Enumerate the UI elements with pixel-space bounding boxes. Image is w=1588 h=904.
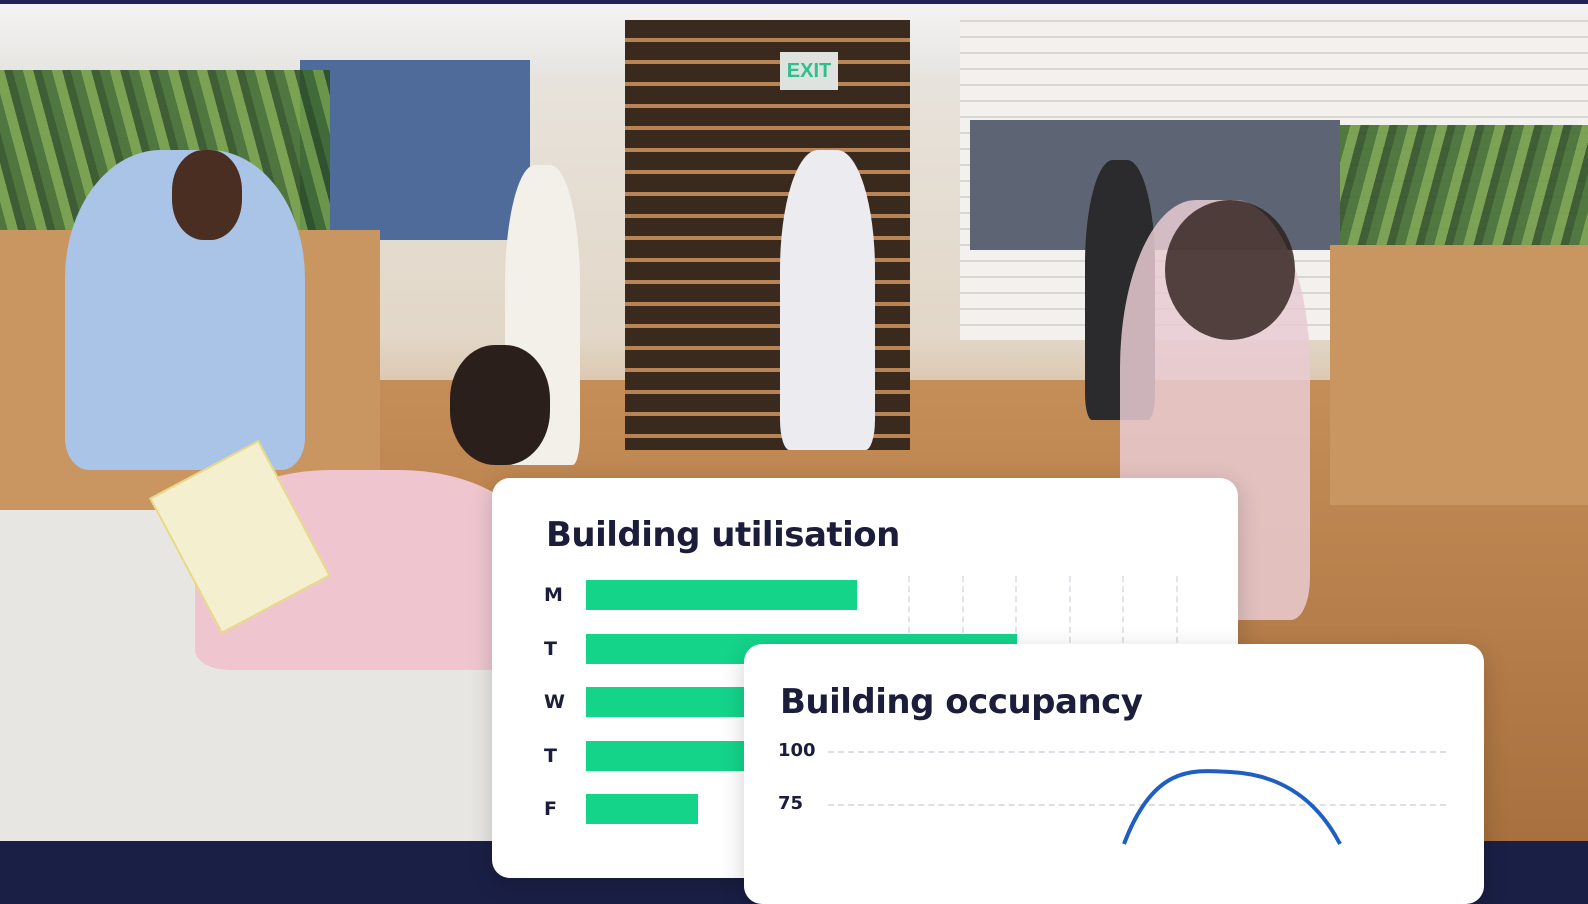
plants-right <box>1340 125 1588 250</box>
exit-sign: EXIT <box>780 52 838 90</box>
bar <box>586 580 858 610</box>
person-on-stairs <box>780 150 875 450</box>
building-occupancy-card: Building occupancy 100 75 <box>744 644 1484 904</box>
bar-label: T <box>544 637 557 660</box>
man-standing-head <box>172 150 242 240</box>
planter-right <box>1330 245 1588 505</box>
bar <box>586 794 699 824</box>
bar-label: T <box>544 744 557 767</box>
person-blurred-hair <box>1165 200 1295 340</box>
man-seated-head <box>450 345 550 465</box>
bar-label: F <box>544 798 557 820</box>
bar-label: W <box>544 691 565 713</box>
top-band <box>0 0 1588 4</box>
blue-wall <box>300 60 530 240</box>
bar-label: M <box>544 584 563 606</box>
occupancy-line-svg <box>1122 769 1342 845</box>
occupancy-series-line <box>1122 769 1342 845</box>
utilisation-title: Building utilisation <box>546 515 900 555</box>
